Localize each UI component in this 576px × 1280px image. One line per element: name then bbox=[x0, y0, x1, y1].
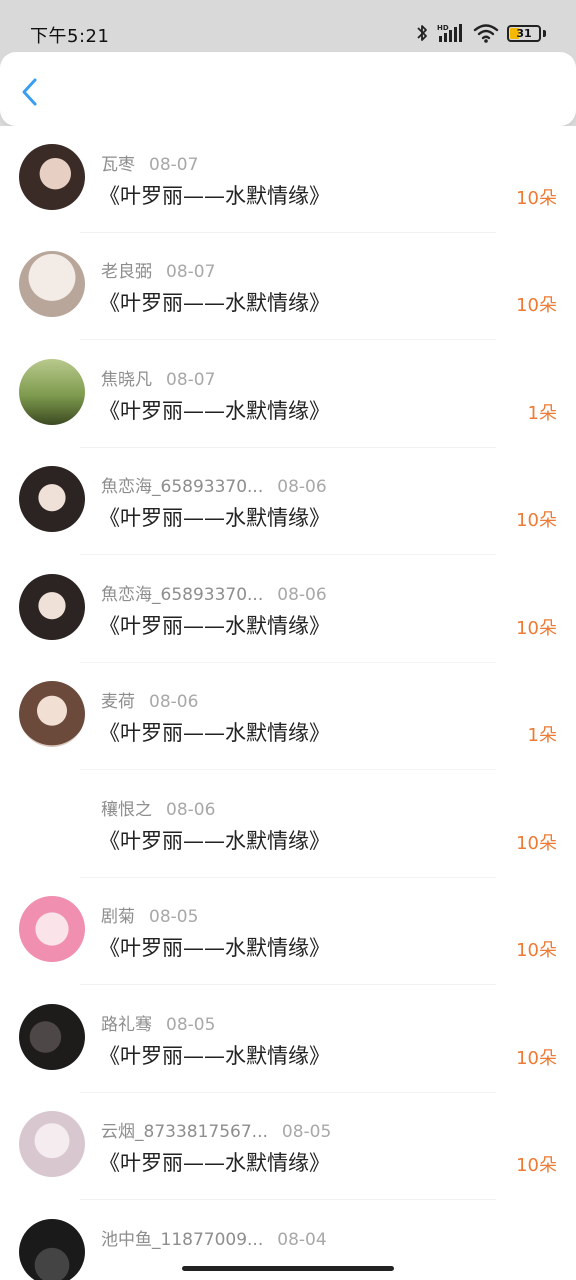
item-title: 《叶罗丽——水默情缘》 bbox=[99, 399, 330, 423]
item-meta: 云烟_8733817567... 08-05 bbox=[101, 1117, 331, 1142]
flower-count: 10朵 bbox=[516, 510, 557, 531]
wifi-icon bbox=[473, 24, 499, 43]
flower-count: 10朵 bbox=[516, 295, 557, 316]
item-title: 《叶罗丽——水默情缘》 bbox=[99, 614, 330, 638]
divider bbox=[80, 984, 496, 985]
item-title: 《叶罗丽——水默情缘》 bbox=[99, 1044, 330, 1068]
item-title: 《叶罗丽——水默情缘》 bbox=[99, 291, 330, 315]
item-date: 08-06 bbox=[166, 800, 216, 820]
list-item[interactable]: 路礼骞 08-05 《叶罗丽——水默情缘》 10朵 bbox=[0, 986, 576, 1093]
item-date: 08-05 bbox=[281, 1122, 332, 1142]
divider bbox=[80, 554, 496, 555]
list-item[interactable]: 剧菊 08-05 《叶罗丽——水默情缘》 10朵 bbox=[0, 878, 576, 985]
battery-icon: 31 bbox=[507, 24, 541, 42]
item-date: 08-07 bbox=[166, 262, 216, 282]
gift-list: 瓦枣 08-07 《叶罗丽——水默情缘》 10朵 老良弼 08-07 《叶罗丽——水默情缘》… bbox=[0, 126, 576, 1280]
avatar[interactable] bbox=[19, 1111, 85, 1177]
back-button[interactable] bbox=[18, 76, 44, 108]
avatar[interactable] bbox=[19, 251, 85, 317]
list-item[interactable]: 焦晓凡 08-07 《叶罗丽——水默情缘》 1朵 bbox=[0, 341, 576, 448]
item-meta: 魚恋海_65893370... 08-06 bbox=[101, 472, 327, 497]
item-title: 《叶罗丽——水默情缘》 bbox=[99, 829, 330, 853]
nav-bar bbox=[0, 52, 576, 126]
flower-count: 10朵 bbox=[516, 1155, 557, 1176]
flower-count: 1朵 bbox=[527, 725, 557, 746]
avatar[interactable] bbox=[19, 789, 85, 855]
avatar[interactable] bbox=[19, 896, 85, 962]
user-name: 池中鱼_11877009... bbox=[101, 1230, 264, 1250]
item-title: 《叶罗丽——水默情缘》 bbox=[99, 936, 330, 960]
list-item[interactable]: 穰恨之 08-06 《叶罗丽——水默情缘》 10朵 bbox=[0, 771, 576, 878]
flower-count: 10朵 bbox=[516, 833, 557, 854]
chevron-left-icon bbox=[22, 78, 37, 106]
user-name: 麦荷 bbox=[101, 692, 135, 712]
item-meta: 路礼骞 08-05 bbox=[101, 1010, 215, 1035]
user-name: 剧菊 bbox=[101, 907, 135, 927]
item-date: 08-07 bbox=[149, 155, 199, 175]
hd-signal-icon: HD bbox=[437, 24, 462, 42]
flower-count: 10朵 bbox=[516, 188, 557, 209]
avatar[interactable] bbox=[19, 144, 85, 210]
item-meta: 老良弼 08-07 bbox=[101, 257, 215, 282]
user-name: 魚恋海_65893370... bbox=[101, 585, 264, 605]
user-name: 老良弼 bbox=[101, 262, 152, 282]
avatar[interactable] bbox=[19, 681, 85, 747]
item-meta: 魚恋海_65893370... 08-06 bbox=[101, 580, 327, 605]
avatar[interactable] bbox=[19, 1219, 85, 1280]
user-name: 云烟_8733817567... bbox=[101, 1122, 268, 1142]
item-meta: 池中鱼_11877009... 08-04 bbox=[101, 1225, 327, 1250]
list-item[interactable]: 瓦枣 08-07 《叶罗丽——水默情缘》 10朵 bbox=[0, 126, 576, 233]
item-title: 《叶罗丽——水默情缘》 bbox=[99, 721, 330, 745]
item-meta: 剧菊 08-05 bbox=[101, 902, 198, 927]
divider bbox=[80, 769, 496, 770]
status-icons: HD 31 bbox=[415, 20, 546, 46]
battery-tip bbox=[543, 29, 546, 37]
item-date: 08-05 bbox=[166, 1015, 216, 1035]
flower-count: 10朵 bbox=[516, 940, 557, 961]
flower-count: 10朵 bbox=[516, 618, 557, 639]
home-indicator[interactable] bbox=[182, 1266, 394, 1271]
status-time: 下午5:21 bbox=[30, 26, 110, 47]
user-name: 魚恋海_65893370... bbox=[101, 477, 264, 497]
avatar[interactable] bbox=[19, 359, 85, 425]
avatar[interactable] bbox=[19, 466, 85, 532]
flower-count: 1朵 bbox=[527, 403, 557, 424]
bluetooth-icon bbox=[417, 25, 427, 41]
flower-count: 10朵 bbox=[516, 1048, 557, 1069]
user-name: 穰恨之 bbox=[101, 800, 152, 820]
list-item[interactable]: 云烟_8733817567... 08-05 《叶罗丽——水默情缘》 10朵 bbox=[0, 1093, 576, 1200]
item-date: 08-06 bbox=[149, 692, 199, 712]
list-item[interactable]: 魚恋海_65893370... 08-06 《叶罗丽——水默情缘》 10朵 bbox=[0, 556, 576, 663]
list-item[interactable]: 老良弼 08-07 《叶罗丽——水默情缘》 10朵 bbox=[0, 233, 576, 340]
item-meta: 焦晓凡 08-07 bbox=[101, 365, 215, 390]
item-date: 08-04 bbox=[277, 1230, 327, 1250]
svg-text:HD: HD bbox=[437, 24, 449, 32]
item-meta: 麦荷 08-06 bbox=[101, 687, 198, 712]
divider bbox=[80, 339, 496, 340]
item-date: 08-06 bbox=[277, 477, 327, 497]
item-date: 08-06 bbox=[277, 585, 327, 605]
battery-level: 31 bbox=[516, 26, 532, 40]
item-date: 08-05 bbox=[149, 907, 199, 927]
divider bbox=[80, 1199, 496, 1200]
user-name: 焦晓凡 bbox=[101, 370, 152, 390]
list-item[interactable]: 麦荷 08-06 《叶罗丽——水默情缘》 1朵 bbox=[0, 663, 576, 770]
item-title: 《叶罗丽——水默情缘》 bbox=[99, 184, 330, 208]
avatar[interactable] bbox=[19, 1004, 85, 1070]
user-name: 瓦枣 bbox=[101, 155, 135, 175]
status-bar: 下午5:21 HD 31 bbox=[0, 0, 576, 56]
user-name: 路礼骞 bbox=[101, 1015, 152, 1035]
item-title: 《叶罗丽——水默情缘》 bbox=[99, 506, 330, 530]
item-date: 08-07 bbox=[166, 370, 216, 390]
list-item[interactable]: 魚恋海_65893370... 08-06 《叶罗丽——水默情缘》 10朵 bbox=[0, 448, 576, 555]
avatar[interactable] bbox=[19, 574, 85, 640]
item-meta: 瓦枣 08-07 bbox=[101, 150, 198, 175]
item-meta: 穰恨之 08-06 bbox=[101, 795, 215, 820]
item-title: 《叶罗丽——水默情缘》 bbox=[99, 1151, 330, 1175]
